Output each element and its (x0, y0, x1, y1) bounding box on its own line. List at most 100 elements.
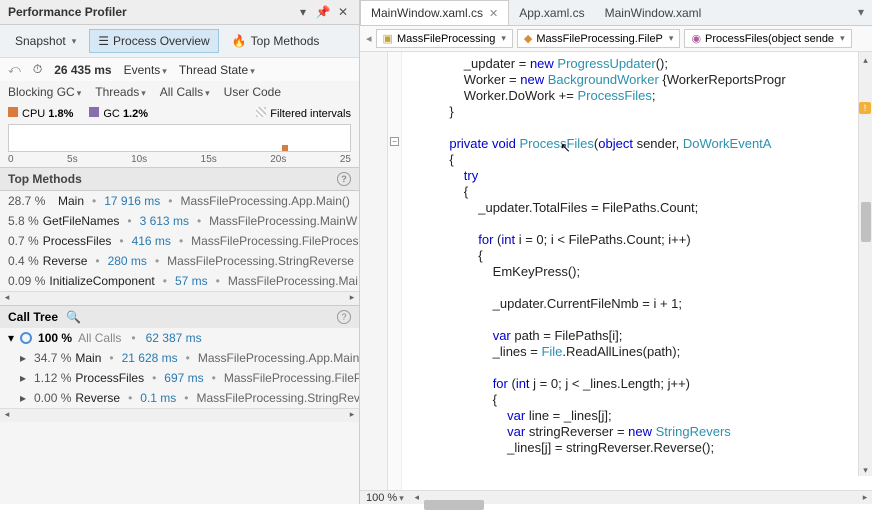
snapshot-dropdown[interactable]: Snapshot (6, 29, 85, 53)
scroll-thumb[interactable] (861, 202, 871, 242)
gc-legend: GC 1.2% (89, 107, 148, 120)
profiler-panel: Performance Profiler ▾ 📌 ✕ Snapshot ☰ Pr… (0, 0, 360, 504)
axis-t5: 25 (340, 154, 351, 165)
panel-header: Performance Profiler ▾ 📌 ✕ (0, 0, 359, 25)
back-icon[interactable]: ⤺ (8, 62, 21, 77)
thread-state-dropdown[interactable]: Thread State (179, 63, 255, 77)
method-row[interactable]: 0.7 %ProcessFiles•416 ms•MassFileProcess… (0, 231, 359, 251)
close-icon[interactable]: ✕ (335, 4, 351, 20)
tree-hscroll[interactable]: ◂ ▸ (0, 408, 359, 422)
call-tree-list: 34.7 %Main•21 628 ms•MassFileProcessing.… (0, 348, 359, 408)
scroll-left-icon[interactable]: ◂ (0, 292, 14, 305)
overview-icon: ☰ (98, 34, 109, 48)
axis-t3: 15s (201, 154, 217, 165)
timeline-axis: 0 5s 10s 15s 20s 25 (0, 152, 359, 167)
events-dropdown[interactable]: Events (124, 63, 167, 77)
user-code-filter[interactable]: User Code (224, 85, 281, 99)
top-methods-title: Top Methods (8, 172, 82, 186)
all-calls-filter[interactable]: All Calls (160, 85, 210, 99)
scroll-down-icon[interactable]: ▾ (859, 462, 872, 476)
process-overview-label: Process Overview (113, 34, 210, 48)
flame-icon: 🔥 (232, 34, 247, 48)
cpu-legend: CPU 1.8% (8, 107, 73, 120)
blocking-gc-filter[interactable]: Blocking GC (8, 85, 81, 99)
summary-time: 62 387 ms (146, 331, 202, 345)
method-icon: ◉ (691, 32, 701, 45)
editor-panel: MainWindow.xaml.cs✕App.xaml.csMainWindow… (360, 0, 872, 504)
help-icon[interactable]: ? (337, 310, 351, 324)
line-gutter (360, 52, 388, 490)
method-row[interactable]: 5.8 %GetFileNames•3 613 ms•MassFileProce… (0, 211, 359, 231)
methods-hscroll[interactable]: ◂ ▸ (0, 291, 359, 305)
summary-pct: 100 % (38, 331, 72, 345)
cpu-label: CPU (22, 108, 45, 120)
info-row: ⤺ ⏱ 26 435 ms Events Thread State (0, 58, 359, 81)
method-row[interactable]: 28.7 %Main•17 916 ms•MassFileProcessing.… (0, 191, 359, 211)
bc-class[interactable]: ◆ MassFileProcessing.FileP (517, 29, 681, 48)
zoom-selector[interactable]: 100 % (360, 492, 410, 504)
tree-row[interactable]: 1.12 %ProcessFiles•697 ms•MassFileProces… (0, 368, 359, 388)
fold-gutter: − (388, 52, 402, 490)
mouse-cursor: ↖ (560, 140, 571, 156)
gauge-icon (20, 332, 32, 344)
vertical-scrollbar[interactable]: ▴ ! ▾ (858, 52, 872, 476)
threads-filter[interactable]: Threads (95, 85, 146, 99)
summary-name: All Calls (78, 331, 121, 345)
editor-tab[interactable]: MainWindow.xaml.cs✕ (360, 0, 509, 25)
collapse-icon[interactable]: ▾ (8, 331, 14, 345)
editor-tabs: MainWindow.xaml.cs✕App.xaml.csMainWindow… (360, 0, 872, 26)
method-row[interactable]: 0.09 %InitializeComponent•57 ms•MassFile… (0, 271, 359, 291)
search-icon[interactable]: 🔍 (66, 310, 81, 324)
profiler-toolbar: Snapshot ☰ Process Overview 🔥 Top Method… (0, 25, 359, 58)
filtered-label: Filtered intervals (270, 108, 351, 120)
total-time: 26 435 ms (54, 63, 111, 77)
axis-t1: 5s (67, 154, 78, 165)
tree-row[interactable]: 34.7 %Main•21 628 ms•MassFileProcessing.… (0, 348, 359, 368)
cpu-swatch (8, 107, 18, 117)
filter-row: Blocking GC Threads All Calls User Code (0, 81, 359, 103)
scroll-right-icon[interactable]: ▸ (345, 292, 359, 305)
bc-class-label: MassFileProcessing.FileP (536, 33, 663, 45)
scroll-up-icon[interactable]: ▴ (859, 52, 872, 66)
warning-marker[interactable]: ! (859, 102, 871, 114)
breadcrumb: ◂ ▣ MassFileProcessing ◆ MassFileProcess… (360, 26, 872, 52)
editor-tab[interactable]: MainWindow.xaml (595, 0, 712, 25)
timer-icon: ⏱ (33, 62, 42, 77)
process-overview-button[interactable]: ☰ Process Overview (89, 29, 218, 53)
method-row[interactable]: 0.4 %Reverse•280 ms•MassFileProcessing.S… (0, 251, 359, 271)
timeline-marker (282, 145, 288, 151)
top-methods-button[interactable]: 🔥 Top Methods (223, 29, 329, 53)
code-content[interactable]: _updater = new ProgressUpdater(); Worker… (406, 56, 786, 456)
pin-icon[interactable]: 📌 (315, 4, 331, 20)
scroll-right-icon[interactable]: ▸ (345, 409, 359, 422)
cpu-value: 1.8% (48, 108, 73, 120)
timeline[interactable] (8, 124, 351, 152)
axis-t4: 20s (270, 154, 286, 165)
timeline-legend: CPU 1.8% GC 1.2% Filtered intervals (0, 103, 359, 124)
scroll-left-icon[interactable]: ◂ (0, 409, 14, 422)
help-icon[interactable]: ? (337, 172, 351, 186)
editor-bottom-bar: 100 % ◂ ▸ (360, 490, 872, 504)
close-tab-icon[interactable]: ✕ (489, 7, 498, 20)
top-methods-list: 28.7 %Main•17 916 ms•MassFileProcessing.… (0, 191, 359, 291)
top-methods-header: Top Methods ? (0, 167, 359, 191)
tabs-overflow-icon[interactable]: ▾ (850, 0, 872, 25)
class-icon: ◆ (524, 32, 532, 45)
hscroll-right-icon[interactable]: ▸ (858, 492, 872, 503)
code-editor[interactable]: − _updater = new ProgressUpdater(); Work… (360, 52, 872, 490)
filtered-legend: Filtered intervals (256, 107, 351, 120)
bc-namespace[interactable]: ▣ MassFileProcessing (376, 29, 513, 48)
hscroll-thumb[interactable] (424, 500, 484, 510)
hscroll-left-icon[interactable]: ◂ (410, 492, 424, 503)
call-tree-title: Call Tree (8, 310, 58, 324)
chevron-down-icon[interactable]: ▾ (295, 4, 311, 20)
namespace-icon: ▣ (383, 32, 393, 45)
fold-box[interactable]: − (390, 137, 399, 146)
bc-method[interactable]: ◉ ProcessFiles(object sende (684, 29, 851, 48)
editor-tab[interactable]: App.xaml.cs (509, 0, 594, 25)
top-methods-btn-label: Top Methods (251, 34, 320, 48)
tree-row[interactable]: 0.00 %Reverse•0.1 ms•MassFileProcessing.… (0, 388, 359, 408)
filtered-swatch (256, 107, 266, 117)
bc-nav-left-icon[interactable]: ◂ (366, 32, 372, 45)
call-tree-summary[interactable]: ▾ 100 % All Calls • 62 387 ms (0, 328, 359, 348)
